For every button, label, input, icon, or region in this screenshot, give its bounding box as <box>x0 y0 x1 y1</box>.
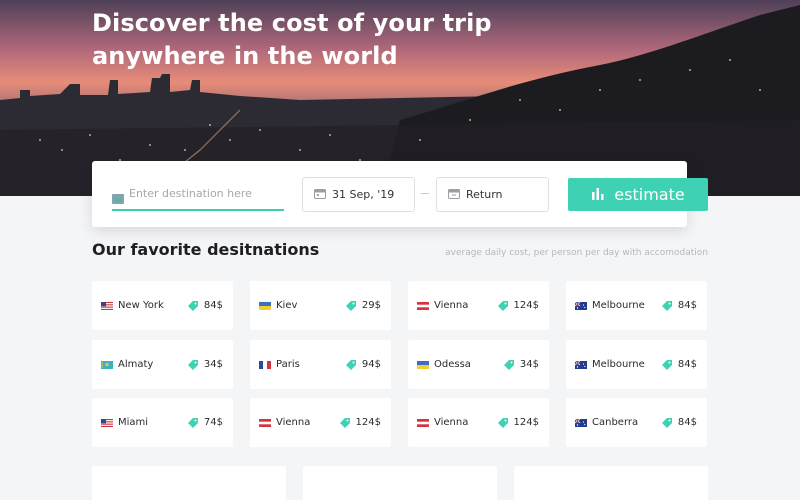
section-note: average daily cost, per person per day w… <box>445 248 708 258</box>
price-tag-icon <box>339 417 351 429</box>
bottom-card-2[interactable] <box>303 466 497 500</box>
estimate-label: estimate <box>614 185 685 204</box>
calendar-icon <box>314 188 326 202</box>
destination-card[interactable]: Canberra 84$ <box>566 398 707 447</box>
destination-city: Vienna <box>434 300 469 311</box>
at-flag-icon <box>417 301 429 310</box>
destination-price: 84$ <box>203 300 223 311</box>
map-icon <box>112 189 124 204</box>
bottom-card-1[interactable] <box>92 466 286 500</box>
destination-price: 84$ <box>677 300 697 311</box>
price-tag-icon <box>661 417 673 429</box>
us-flag-icon <box>101 418 113 427</box>
calendar-return-icon <box>448 188 460 202</box>
depart-date-picker[interactable]: 31 Sep, '19 <box>302 177 415 212</box>
destination-card[interactable]: Paris 94$ <box>250 340 391 389</box>
search-panel: 31 Sep, '19 Return estimate <box>92 161 708 227</box>
destination-city: New York <box>118 300 164 311</box>
destination-card[interactable]: Vienna 124$ <box>408 281 549 330</box>
date-separator <box>421 193 429 194</box>
destination-price: 94$ <box>361 359 381 370</box>
destination-city: Canberra <box>592 417 639 428</box>
return-date-picker[interactable]: Return <box>436 177 549 212</box>
au-flag-icon <box>574 418 587 427</box>
price-tag-icon <box>187 417 199 429</box>
destination-city: Almaty <box>118 359 154 370</box>
hero-title: Discover the cost of your trip anywhere … <box>92 9 492 70</box>
destination-card[interactable]: Melbourne 84$ <box>566 281 707 330</box>
destination-city: Miami <box>118 417 149 428</box>
destination-card[interactable]: Kiev 29$ <box>250 281 391 330</box>
destination-card[interactable]: Almaty 34$ <box>92 340 233 389</box>
destination-city: Vienna <box>276 417 311 428</box>
destination-price: 124$ <box>513 300 539 311</box>
price-tag-icon <box>497 300 509 312</box>
price-tag-icon <box>187 359 199 371</box>
fr-flag-icon <box>259 360 271 369</box>
at-flag-icon <box>259 418 271 427</box>
destination-price: 34$ <box>519 359 539 370</box>
destination-card[interactable]: New York 84$ <box>92 281 233 330</box>
destination-card[interactable]: Miami 74$ <box>92 398 233 447</box>
price-tag-icon <box>345 359 357 371</box>
destination-card[interactable]: Melbourne 84$ <box>566 340 707 389</box>
at-flag-icon <box>417 418 429 427</box>
au-flag-icon <box>574 301 587 310</box>
destination-price: 84$ <box>677 359 697 370</box>
destination-price: 29$ <box>361 300 381 311</box>
destination-card[interactable]: Odessa 34$ <box>408 340 549 389</box>
depart-date-value: 31 Sep, '19 <box>332 188 395 201</box>
destination-price: 34$ <box>203 359 223 370</box>
destination-price: 84$ <box>677 417 697 428</box>
bottom-card-3[interactable] <box>514 466 708 500</box>
destination-city: Kiev <box>276 300 298 311</box>
destination-field[interactable] <box>112 178 284 211</box>
section-title: Our favorite desitnations <box>92 240 320 259</box>
destination-price: 124$ <box>513 417 539 428</box>
destination-card[interactable]: Vienna 124$ <box>408 398 549 447</box>
destination-city: Vienna <box>434 417 469 428</box>
bar-chart-icon <box>591 185 604 204</box>
destination-price: 124$ <box>355 417 381 428</box>
price-tag-icon <box>661 300 673 312</box>
price-tag-icon <box>497 417 509 429</box>
destination-city: Melbourne <box>592 300 645 311</box>
us-flag-icon <box>101 301 113 310</box>
destination-city: Paris <box>276 359 300 370</box>
destination-price: 74$ <box>203 417 223 428</box>
ua-flag-icon <box>259 301 271 310</box>
price-tag-icon <box>345 300 357 312</box>
price-tag-icon <box>661 359 673 371</box>
price-tag-icon <box>187 300 199 312</box>
ua-flag-icon <box>417 360 429 369</box>
destination-city: Odessa <box>434 359 471 370</box>
destination-input[interactable] <box>129 187 279 200</box>
price-tag-icon <box>503 359 515 371</box>
destination-card[interactable]: Vienna 124$ <box>250 398 391 447</box>
destination-city: Melbourne <box>592 359 645 370</box>
kz-flag-icon <box>101 360 113 369</box>
estimate-button[interactable]: estimate <box>568 178 708 211</box>
return-date-label: Return <box>466 188 503 201</box>
au-flag-icon <box>574 360 587 369</box>
